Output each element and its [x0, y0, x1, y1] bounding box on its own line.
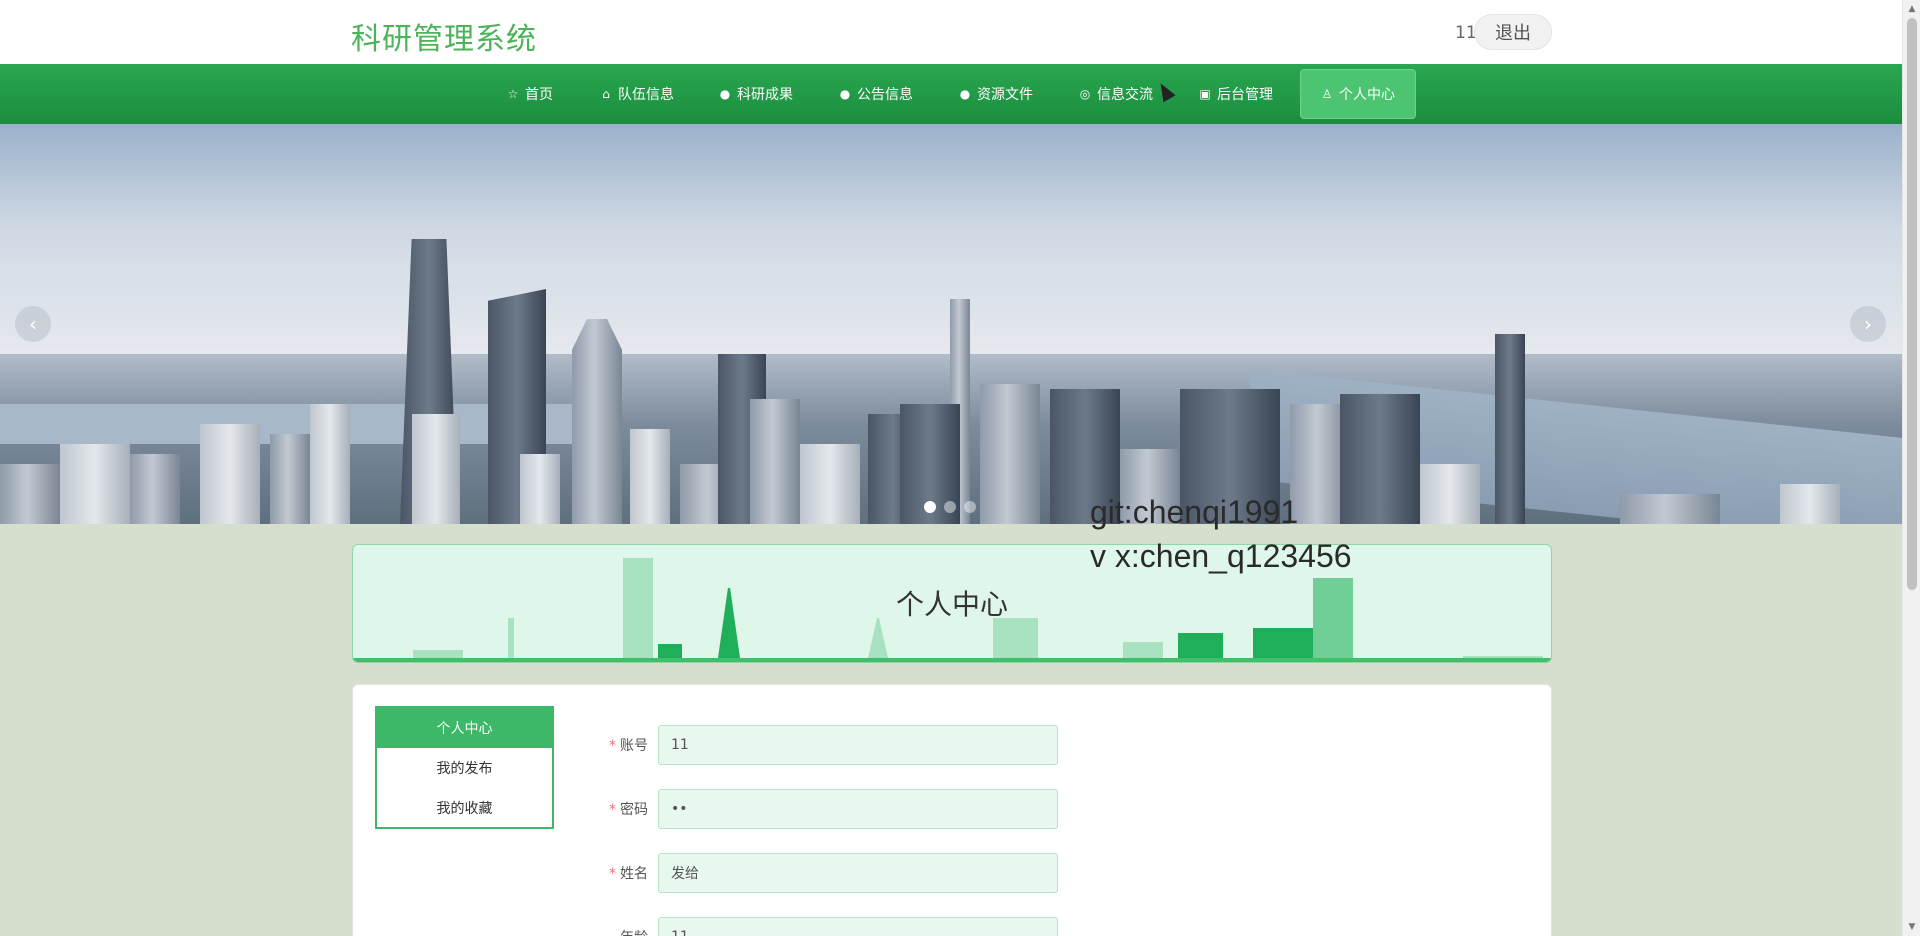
- section-title-box: 个人中心: [352, 544, 1552, 663]
- carousel-next-button[interactable]: ›: [1850, 306, 1886, 342]
- form-row-age: 年龄: [573, 917, 1058, 936]
- nav-item-notice[interactable]: ● 公告信息: [839, 64, 913, 124]
- scroll-thumb[interactable]: [1907, 18, 1917, 590]
- side-menu-item-my-posts[interactable]: 我的发布: [377, 748, 552, 788]
- password-field[interactable]: [658, 789, 1058, 829]
- carousel-prev-button[interactable]: ‹: [15, 306, 51, 342]
- required-mark: *: [609, 738, 616, 754]
- nav-item-label: 后台管理: [1217, 87, 1273, 103]
- nav-item-home[interactable]: ☆ 首页: [507, 64, 553, 124]
- bag-icon: ⌂: [602, 87, 610, 101]
- field-label: * 姓名: [609, 866, 648, 882]
- nav-item-label: 科研成果: [737, 87, 793, 103]
- nav-item-label: 个人中心: [1339, 87, 1395, 103]
- main-nav: ☆ 首页 ⌂ 队伍信息 ● 科研成果 ● 公告信息 ● 资源文件 ◎ 信息交流 …: [0, 64, 1902, 124]
- required-mark: *: [609, 802, 616, 818]
- scroll-down-arrow-icon[interactable]: ▼: [1906, 921, 1918, 933]
- carousel-dot[interactable]: [924, 501, 936, 513]
- info-icon: ●: [719, 87, 731, 101]
- scroll-up-arrow-icon[interactable]: ▲: [1906, 3, 1918, 15]
- question-icon: ●: [839, 87, 851, 101]
- account-field[interactable]: [658, 725, 1058, 765]
- compass-icon: ●: [959, 87, 971, 101]
- carousel-indicators: [924, 501, 976, 513]
- logout-button[interactable]: 退出: [1474, 14, 1552, 50]
- carousel-dot[interactable]: [964, 501, 976, 513]
- briefcase-icon: ▣: [1199, 87, 1211, 101]
- age-field[interactable]: [658, 917, 1058, 936]
- nav-item-profile[interactable]: ♙ 个人中心: [1300, 69, 1416, 119]
- form-row-password: * 密码: [573, 789, 1058, 829]
- nav-item-label: 资源文件: [977, 87, 1033, 103]
- nav-item-label: 队伍信息: [618, 87, 674, 103]
- site-title: 科研管理系统: [351, 22, 537, 57]
- user-icon: ♙: [1321, 87, 1333, 101]
- field-label: * 密码: [609, 802, 648, 818]
- watermark-line-1: git:chenqi1991: [1090, 494, 1299, 530]
- page-scrollbar[interactable]: ▲ ▼: [1902, 0, 1920, 936]
- field-label: 年龄: [573, 927, 658, 936]
- field-label: * 账号: [609, 738, 648, 754]
- nav-item-files[interactable]: ● 资源文件: [959, 64, 1033, 124]
- tower-jinmao: [572, 319, 622, 524]
- nav-item-label: 首页: [525, 87, 553, 103]
- globe-icon: ◎: [1079, 87, 1091, 101]
- watermark-line-2: v x:chen_q123456: [1090, 538, 1352, 574]
- star-icon: ☆: [507, 87, 519, 101]
- banner-carousel: ‹ ›: [0, 124, 1902, 524]
- side-menu-item-profile[interactable]: 个人中心: [377, 708, 552, 748]
- name-field[interactable]: [658, 853, 1058, 893]
- nav-item-label: 信息交流: [1097, 87, 1153, 103]
- nav-item-team[interactable]: ⌂ 队伍信息: [600, 64, 674, 124]
- side-menu: 个人中心 我的发布 我的收藏: [375, 706, 554, 829]
- nav-item-research[interactable]: ● 科研成果: [719, 64, 793, 124]
- nav-item-admin[interactable]: ▣ 后台管理: [1199, 64, 1273, 124]
- chevron-left-icon: ‹: [29, 312, 37, 336]
- form-row-account: * 账号: [573, 725, 1058, 765]
- form-row-name: * 姓名: [573, 853, 1058, 893]
- required-mark: *: [609, 866, 616, 882]
- nav-item-forum[interactable]: ◎ 信息交流: [1079, 64, 1153, 124]
- nav-item-label: 公告信息: [857, 87, 913, 103]
- side-menu-item-favorites[interactable]: 我的收藏: [377, 788, 552, 828]
- section-title: 个人中心: [895, 588, 1008, 621]
- top-header: 科研管理系统 11 退出: [0, 0, 1902, 64]
- carousel-dot[interactable]: [944, 501, 956, 513]
- chevron-right-icon: ›: [1864, 312, 1872, 336]
- profile-panel: 个人中心 我的发布 我的收藏 *账号 *密码 *姓名 年龄: [352, 684, 1552, 936]
